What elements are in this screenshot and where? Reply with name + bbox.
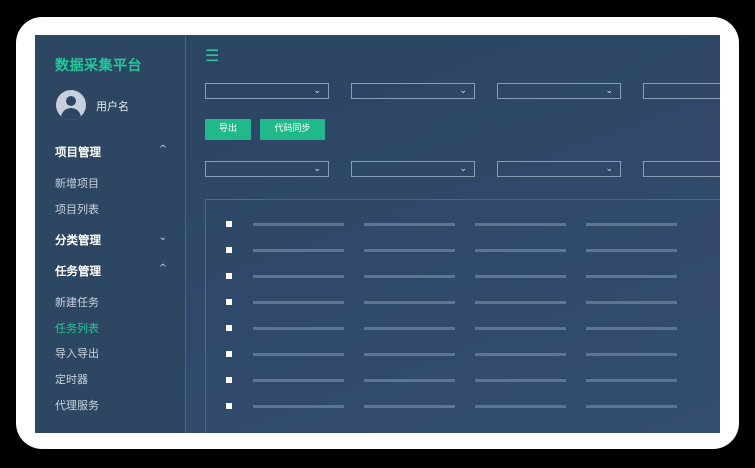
table-cell-placeholder [586,249,677,252]
table-cell-placeholder [253,353,344,356]
filter-select-1[interactable]: ⌄ [205,83,329,99]
filter-select-2[interactable]: ⌄ [351,83,475,99]
chevron-down-icon: ⌄ [158,232,167,243]
table-row[interactable] [206,247,720,255]
sidebar-item-proxy-service[interactable]: 代理服务 [55,397,99,413]
sidebar-item-import-export[interactable]: 导入导出 [55,345,99,361]
sidebar-item-new-project[interactable]: 新增项目 [55,175,99,191]
menu-group-projects[interactable]: 项目管理 ^ [55,144,167,160]
row-checkbox[interactable] [226,273,232,279]
filter-select-3[interactable]: ⌄ [497,83,621,99]
table-row[interactable] [206,273,720,281]
table-cell-placeholder [364,275,455,278]
username[interactable]: 用户名 [96,98,129,114]
row-checkbox[interactable] [226,377,232,383]
table-cell-placeholder [364,223,455,226]
table-cell-placeholder [586,275,677,278]
table-cell-placeholder [475,405,566,408]
chevron-down-icon: ⌄ [605,86,613,96]
table-row[interactable] [206,403,720,411]
sidebar-item-task-list[interactable]: 任务列表 [55,320,99,336]
table-cell-placeholder [475,353,566,356]
row-checkbox[interactable] [226,403,232,409]
table-cell-placeholder [475,275,566,278]
table-cell-placeholder [253,379,344,382]
table-row[interactable] [206,299,720,307]
table-cell-placeholder [364,353,455,356]
table-cell-placeholder [475,301,566,304]
table-cell-placeholder [253,405,344,408]
table-cell-placeholder [586,353,677,356]
table-row[interactable] [206,221,720,229]
table-cell-placeholder [586,223,677,226]
table-cell-placeholder [253,249,344,252]
row-checkbox[interactable] [226,299,232,305]
table-cell-placeholder [364,249,455,252]
menu-group-label: 分类管理 [55,233,101,247]
filter-select-8[interactable] [643,161,720,177]
task-table [205,199,720,433]
table-cell-placeholder [253,223,344,226]
export-button[interactable]: 导出 [205,119,251,140]
table-cell-placeholder [586,379,677,382]
filter-select-4[interactable] [643,83,720,99]
menu-group-label: 项目管理 [55,145,101,159]
sidebar-item-timer[interactable]: 定时器 [55,371,88,387]
brand-title: 数据采集平台 [55,58,142,74]
chevron-down-icon: ⌄ [313,86,321,96]
table-cell-placeholder [586,405,677,408]
row-checkbox[interactable] [226,221,232,227]
table-row[interactable] [206,377,720,385]
chevron-down-icon: ⌄ [459,164,467,174]
chevron-up-icon: ^ [158,263,167,274]
table-cell-placeholder [364,379,455,382]
table-cell-placeholder [586,301,677,304]
row-checkbox[interactable] [226,351,232,357]
table-cell-placeholder [253,275,344,278]
table-cell-placeholder [475,249,566,252]
code-sync-button[interactable]: 代码同步 [260,119,325,140]
filter-select-7[interactable]: ⌄ [497,161,621,177]
avatar-head [66,96,76,106]
chevron-down-icon: ⌄ [605,164,613,174]
table-cell-placeholder [364,405,455,408]
table-row[interactable] [206,351,720,359]
avatar[interactable] [56,90,86,120]
filter-select-5[interactable]: ⌄ [205,161,329,177]
table-cell-placeholder [475,223,566,226]
table-cell-placeholder [364,327,455,330]
filter-select-6[interactable]: ⌄ [351,161,475,177]
app-screen: 数据采集平台 用户名 项目管理 ^ 新增项目 项目列表 分类管理 ⌄ 任务管理 … [35,35,720,433]
menu-group-categories[interactable]: 分类管理 ⌄ [55,232,167,248]
chevron-down-icon: ⌄ [313,164,321,174]
table-cell-placeholder [475,327,566,330]
sidebar: 数据采集平台 用户名 项目管理 ^ 新增项目 项目列表 分类管理 ⌄ 任务管理 … [35,35,186,433]
menu-group-tasks[interactable]: 任务管理 ^ [55,263,167,279]
sidebar-item-new-task[interactable]: 新建任务 [55,294,99,310]
table-cell-placeholder [475,379,566,382]
menu-group-label: 任务管理 [55,264,101,278]
table-cell-placeholder [586,327,677,330]
row-checkbox[interactable] [226,247,232,253]
table-cell-placeholder [253,327,344,330]
table-cell-placeholder [253,301,344,304]
table-cell-placeholder [364,301,455,304]
row-checkbox[interactable] [226,325,232,331]
chevron-up-icon: ^ [158,144,167,155]
hamburger-icon[interactable]: ☰ [205,48,219,64]
sidebar-item-project-list[interactable]: 项目列表 [55,201,99,217]
avatar-body [61,108,81,120]
chevron-down-icon: ⌄ [459,86,467,96]
table-row[interactable] [206,325,720,333]
